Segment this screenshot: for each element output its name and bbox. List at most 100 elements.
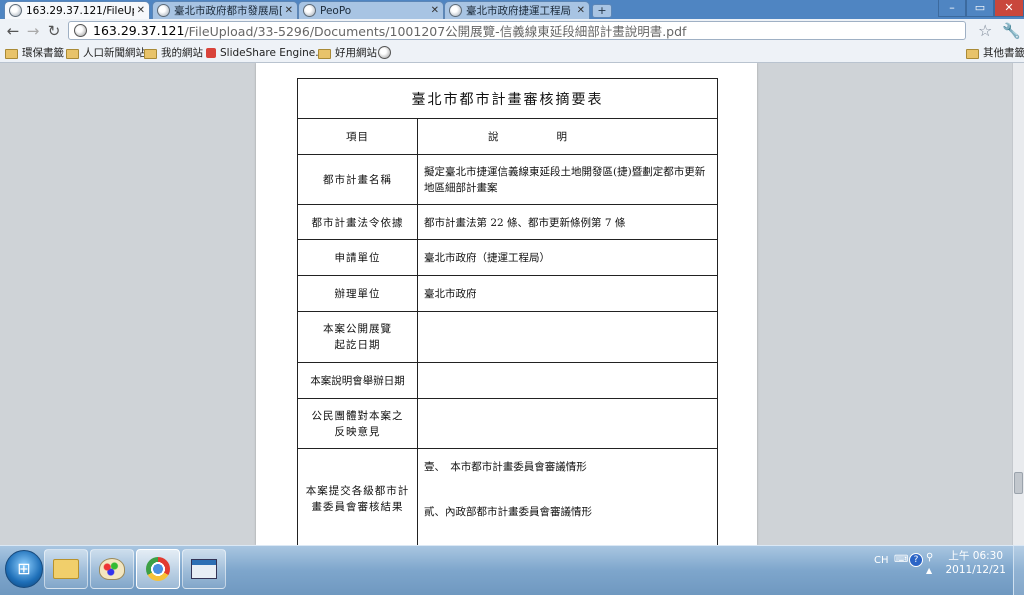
review-item: 壹、 本市都市計畫委員會審議情形 [424, 461, 587, 473]
header-description: 說明 [417, 118, 718, 155]
taskbar-explorer-button[interactable] [44, 549, 88, 589]
review-summary-table: 臺北市都市計畫審核摘要表 項目 說明 都市計畫名稱 擬定臺北市捷運信義線東延段土… [297, 78, 718, 545]
tab-close-icon[interactable]: ✕ [577, 5, 585, 16]
window-icon [191, 559, 217, 579]
folder-icon [966, 48, 979, 59]
tab-label: 臺北市政府都市發展局[ 都市 [174, 5, 282, 17]
tab-label: PeoPo [320, 4, 352, 17]
row-value: 臺北市政府 [417, 275, 718, 312]
tab-label: 163.29.37.121/FileUpload [26, 4, 134, 17]
row-value [417, 398, 718, 449]
row-label-line: 反映意見 [334, 425, 381, 438]
folder-icon [66, 48, 79, 59]
scrollbar-thumb[interactable] [1014, 472, 1023, 494]
row-value [417, 362, 718, 399]
row-label: 申請單位 [297, 239, 418, 276]
bookmark-label: 好用網站 [335, 47, 377, 59]
tab-strip: 163.29.37.121/FileUpload ✕ 臺北市政府都市發展局[ 都… [0, 0, 1024, 19]
other-bookmarks[interactable]: 其他書籤 [966, 45, 1024, 60]
help-icon[interactable]: ? [909, 553, 923, 567]
bookmark-slideshare[interactable]: SlideShare Engine... [206, 45, 325, 60]
ime-indicator[interactable]: CH [874, 555, 889, 566]
folder-icon [318, 48, 331, 59]
tab-close-icon[interactable]: ✕ [285, 5, 293, 16]
row-label-line: 畫委員會審核結果 [311, 500, 404, 513]
other-bookmarks-label: 其他書籤 [983, 47, 1024, 59]
page-info-icon[interactable] [74, 24, 87, 37]
keyboard-icon[interactable]: ⌨ [894, 554, 908, 565]
review-item: 貳、內政部都市計畫委員會審議情形 [424, 506, 592, 518]
show-desktop-button[interactable] [1013, 546, 1024, 595]
row-label-line: 起訖日期 [334, 339, 381, 351]
system-tray: CH ⌨ ? ⚲ ▲ 上午 06:30 2011/12/21 [864, 546, 1024, 595]
row-label-line: 公民團體對本案之 [311, 409, 404, 422]
bookmark-label: SlideShare Engine... [220, 46, 326, 59]
tab-metro-engineering[interactable]: 臺北市政府捷運工程局 – 資 ✕ [444, 1, 590, 19]
tab-close-icon[interactable]: ✕ [137, 5, 145, 16]
minimize-button[interactable]: – [938, 0, 966, 17]
folder-icon [144, 48, 157, 59]
tab-close-icon[interactable]: ✕ [431, 5, 439, 16]
clock-date: 2011/12/21 [945, 564, 1006, 576]
row-label: 本案提交各級都市計 畫委員會審核結果 [297, 448, 418, 545]
wrench-menu-icon[interactable]: 🔧 [1002, 22, 1021, 40]
bookmark-folder[interactable]: 我的網站 [144, 45, 203, 60]
start-button[interactable]: ⊞ [5, 550, 43, 588]
row-label: 公民團體對本案之 反映意見 [297, 398, 418, 449]
bookmark-star-icon[interactable]: ☆ [978, 21, 992, 40]
row-value: 壹、 本市都市計畫委員會審議情形 貳、內政部都市計畫委員會審議情形 [417, 448, 718, 545]
page-favicon-icon [449, 4, 462, 17]
row-label: 本案說明會舉辦日期 [297, 362, 418, 399]
bookmark-folder[interactable]: 好用網站 [318, 45, 377, 60]
close-window-button[interactable]: ✕ [994, 0, 1024, 17]
show-hidden-icons-icon[interactable]: ▲ [926, 566, 932, 575]
page-favicon-icon [303, 4, 316, 17]
row-label-line: 本案公開展覽 [323, 323, 392, 335]
clock-time: 上午 06:30 [948, 550, 1004, 562]
row-value [417, 311, 718, 363]
row-label-line: 本案提交各級都市計 [305, 484, 410, 497]
pdf-page: 臺北市都市計畫審核摘要表 項目 說明 都市計畫名稱 擬定臺北市捷運信義線東延段土… [256, 63, 757, 545]
taskbar-window-button[interactable] [182, 549, 226, 589]
back-button[interactable]: ← [4, 22, 22, 40]
page-favicon-icon [157, 4, 170, 17]
url-host: 163.29.37.121 [93, 23, 185, 38]
tab-peopo[interactable]: PeoPo ✕ [298, 1, 444, 19]
pdf-viewer[interactable]: 臺北市都市計畫審核摘要表 項目 說明 都市計畫名稱 擬定臺北市捷運信義線東延段土… [0, 63, 1024, 545]
chrome-icon [146, 557, 170, 581]
bookmark-folder[interactable]: 環保書籤 [5, 45, 64, 60]
network-icon[interactable]: ⚲ [926, 552, 933, 563]
taskbar-chrome-button[interactable] [136, 549, 180, 589]
forward-button[interactable]: → [24, 22, 42, 40]
url-path: /FileUpload/33-5296/Documents/1001207公開展… [184, 24, 687, 39]
vertical-scrollbar[interactable] [1012, 63, 1024, 545]
folder-icon [5, 48, 18, 59]
row-value: 都市計畫法第 22 條、都市更新條例第 7 條 [417, 204, 718, 240]
document-title: 臺北市都市計畫審核摘要表 [297, 78, 718, 119]
tab-urban-development[interactable]: 臺北市政府都市發展局[ 都市 ✕ [152, 1, 298, 19]
page-favicon-icon [9, 4, 22, 17]
header-item: 項目 [297, 118, 418, 155]
system-clock[interactable]: 上午 06:30 2011/12/21 [945, 549, 1006, 577]
bookmark-label: 環保書籤 [22, 47, 64, 59]
reload-button[interactable]: ↻ [45, 22, 63, 40]
row-label: 都市計畫法令依據 [297, 204, 418, 240]
globe-icon [378, 46, 391, 59]
bookmark-folder[interactable]: 人口新聞網站 [66, 45, 146, 60]
row-label: 辦理單位 [297, 275, 418, 312]
windows-taskbar: ⊞ CH ⌨ ? ⚲ ▲ 上午 06:30 2011/12/21 [0, 545, 1024, 595]
maximize-button[interactable]: ▭ [966, 0, 994, 17]
row-label: 都市計畫名稱 [297, 154, 418, 205]
tab-fileupload[interactable]: 163.29.37.121/FileUpload ✕ [4, 1, 150, 19]
bookmark-label: 我的網站 [161, 47, 203, 59]
slideshare-icon [206, 47, 216, 58]
row-value: 擬定臺北市捷運信義線東延段土地開發區(捷)暨劃定都市更新地區細部計畫案 [417, 154, 718, 205]
paint-icon [99, 558, 125, 580]
new-tab-button[interactable]: + [592, 4, 612, 18]
tab-label: 臺北市政府捷運工程局 – 資 [466, 5, 574, 17]
address-bar[interactable]: 163.29.37.121/FileUpload/33-5296/Documen… [68, 21, 966, 40]
row-label: 本案公開展覽 起訖日期 [297, 311, 418, 363]
row-value: 臺北市政府（捷運工程局） [417, 239, 718, 276]
taskbar-paint-button[interactable] [90, 549, 134, 589]
bookmark-globe[interactable] [378, 45, 391, 60]
